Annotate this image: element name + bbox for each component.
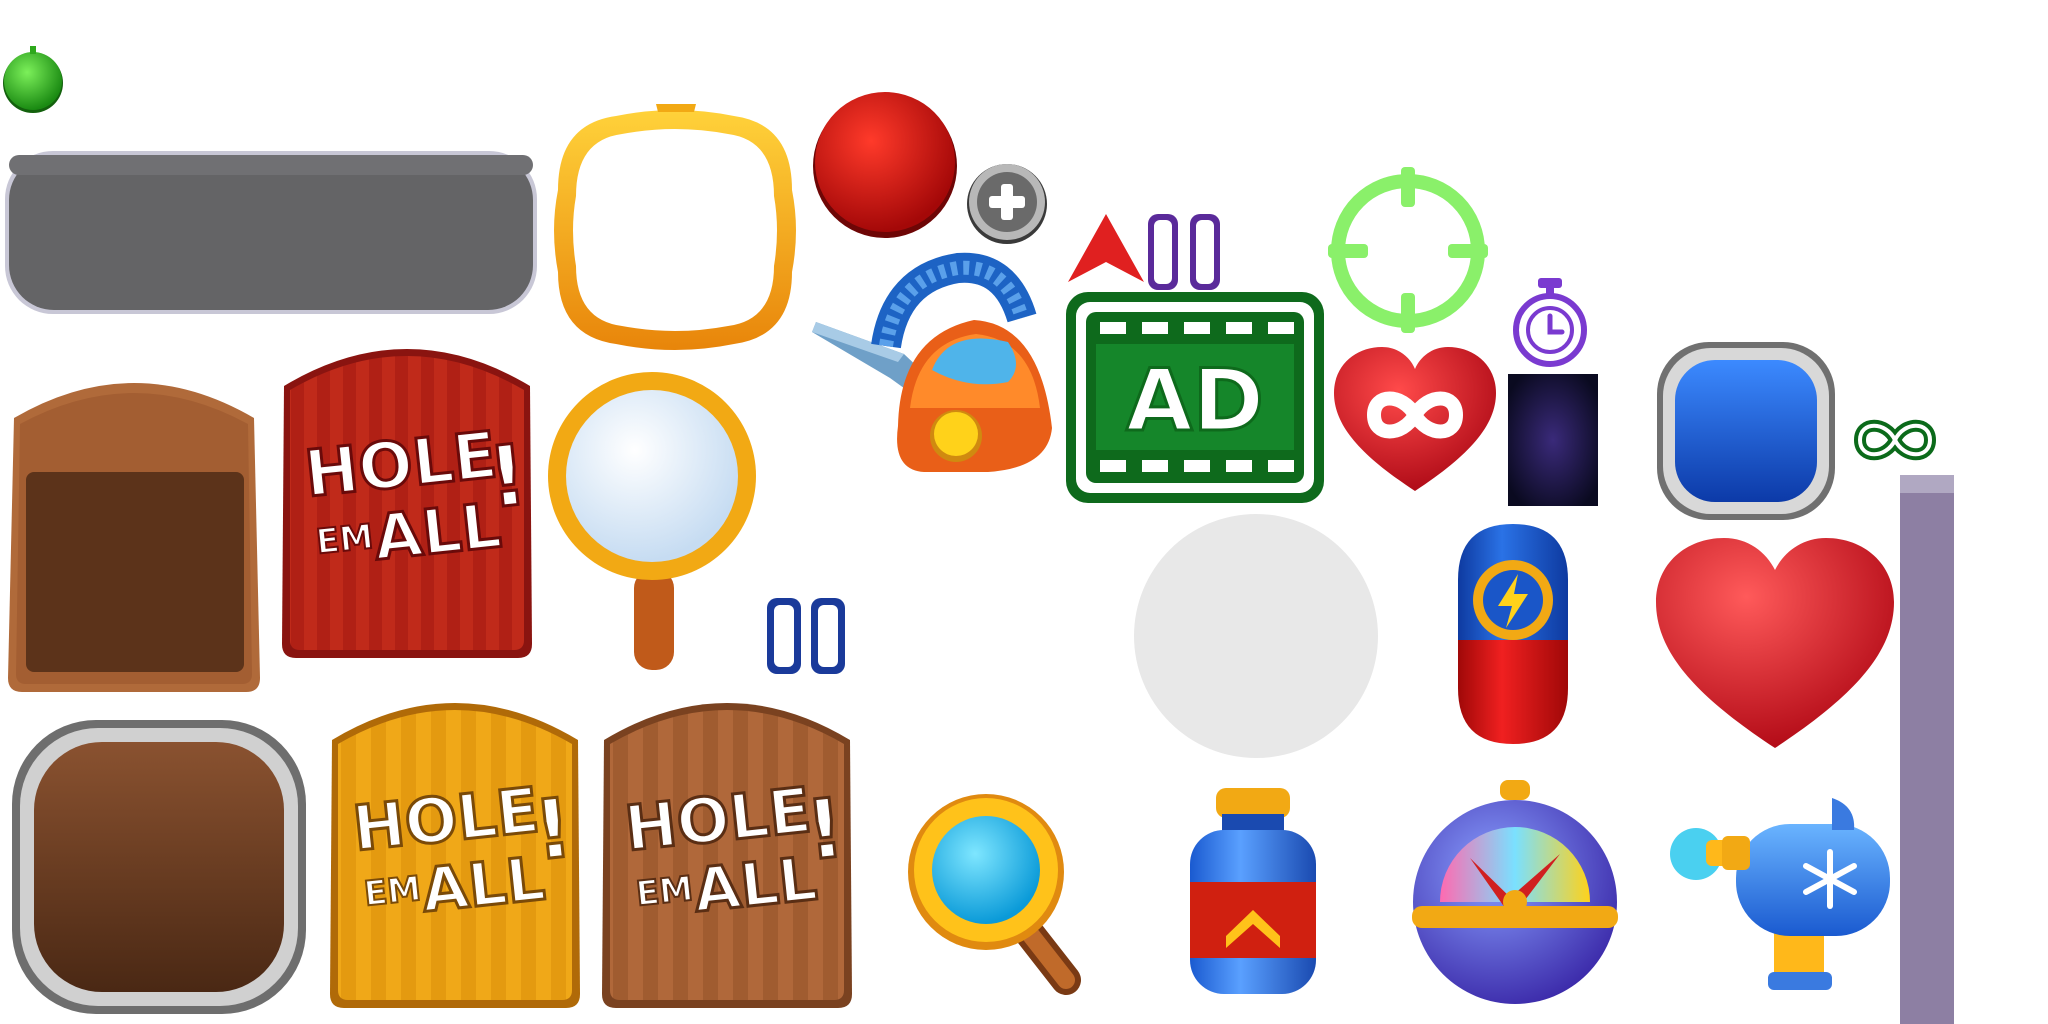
pause-small-icon bbox=[765, 596, 847, 676]
green-dot-icon bbox=[0, 46, 66, 113]
gold-magnifier-icon bbox=[544, 370, 764, 672]
infinity-icon bbox=[1852, 415, 1938, 465]
brown-panel bbox=[4, 358, 264, 693]
crosshair-icon bbox=[1326, 165, 1491, 335]
light-circle bbox=[1132, 512, 1380, 760]
logo-all: ALL bbox=[691, 844, 821, 926]
ad-label: AD bbox=[1126, 351, 1264, 451]
logo-em: EM bbox=[314, 517, 375, 563]
speed-meter-icon bbox=[1410, 778, 1620, 1006]
stopwatch-icon bbox=[1510, 276, 1590, 368]
infinite-heart-icon bbox=[1330, 345, 1500, 495]
ad-film-icon: AD bbox=[1064, 290, 1326, 505]
brown-square-button bbox=[10, 718, 308, 1016]
plus-icon bbox=[965, 160, 1049, 244]
gray-bar-panel bbox=[4, 150, 538, 315]
blue-button-icon bbox=[1655, 340, 1837, 522]
red-button-icon bbox=[810, 88, 960, 238]
big-heart-icon bbox=[1652, 536, 1898, 752]
energy-capsule-icon bbox=[1454, 520, 1572, 748]
pause-icon bbox=[1145, 212, 1223, 292]
wood-logo-card: HOLE EM ALL ! bbox=[598, 680, 856, 1010]
gold-frame-icon bbox=[546, 100, 804, 360]
freeze-gun-icon bbox=[1656, 796, 1896, 992]
red-arrow-icon bbox=[1066, 212, 1146, 284]
logo-em: EM bbox=[634, 869, 695, 915]
red-logo-card: HOLE EM ALL ! bbox=[278, 326, 536, 661]
speed-potion-icon bbox=[1186, 786, 1320, 998]
vacuum-icon bbox=[808, 252, 1058, 476]
purple-bar-panel bbox=[1900, 475, 1954, 1024]
logo-all: ALL bbox=[419, 844, 549, 926]
gold-logo-card: HOLE EM ALL ! bbox=[326, 680, 584, 1010]
magnifier-icon bbox=[906, 792, 1084, 995]
logo-em: EM bbox=[362, 869, 423, 915]
dark-panel bbox=[1508, 374, 1598, 506]
logo-all: ALL bbox=[370, 489, 504, 575]
